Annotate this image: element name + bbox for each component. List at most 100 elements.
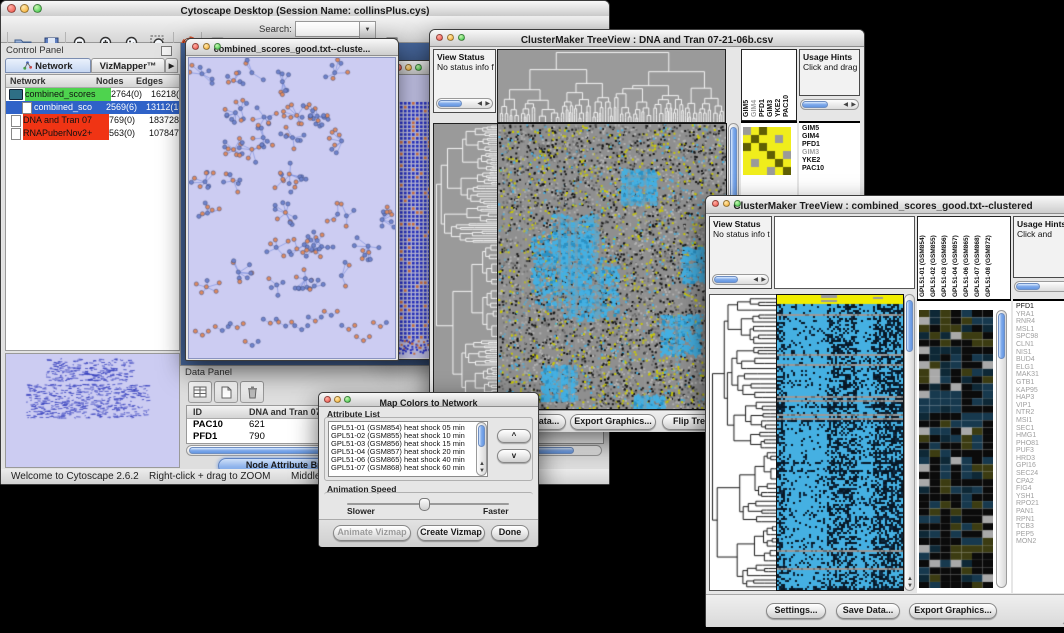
float-panel-icon[interactable] bbox=[161, 46, 172, 56]
tv1-status-hscrollbar[interactable]: ◀▶ bbox=[436, 98, 493, 109]
col-nodes[interactable]: Nodes bbox=[96, 75, 136, 87]
tv2-gene-item[interactable]: YSH1 bbox=[1016, 493, 1064, 501]
tv1-column-label[interactable]: GIM4 bbox=[751, 100, 758, 117]
main-titlebar[interactable]: Cytoscape Desktop (Session Name: collins… bbox=[1, 1, 609, 17]
network-list-row[interactable]: combined_scores 2764(0) 16218(0) bbox=[6, 88, 179, 101]
network-list-row[interactable]: combined_sco 2569(6) 13112(15) bbox=[6, 101, 179, 114]
tv2-gene-item[interactable]: HMG1 bbox=[1016, 432, 1064, 440]
tv2-heatmap-vscrollbar[interactable]: ▲▼ bbox=[904, 294, 915, 591]
tv2-heatmap-canvas[interactable] bbox=[776, 294, 904, 591]
tab-more-button[interactable]: ▶ bbox=[165, 58, 178, 73]
tv1-gene-item[interactable]: PAC10 bbox=[802, 165, 860, 173]
tv2-gene-item[interactable]: MSI1 bbox=[1016, 417, 1064, 425]
tv2-gene-item[interactable]: SPC98 bbox=[1016, 333, 1064, 341]
tv2-status-hscrollbar[interactable]: ◀▶ bbox=[712, 274, 769, 285]
tv1-column-label[interactable]: GIM3 bbox=[767, 100, 774, 117]
tv2-usage-hscrollbar[interactable] bbox=[1014, 281, 1064, 292]
zoom-window-icon[interactable] bbox=[33, 4, 42, 13]
minimize-icon[interactable] bbox=[723, 200, 730, 207]
tv1-footer-button[interactable]: Export Graphics... bbox=[570, 414, 656, 430]
network-view-titlebar[interactable]: combined_scores_good.txt--cluste... bbox=[186, 39, 398, 56]
tv1-column-label[interactable]: PFD1 bbox=[759, 99, 766, 117]
tv1-gene-item[interactable]: GIM4 bbox=[802, 133, 860, 141]
tv2-footer-button[interactable]: Settings... bbox=[766, 603, 826, 619]
tv2-gene-item[interactable]: PFD1 bbox=[1016, 303, 1064, 311]
tv2-gene-item[interactable]: FIG4 bbox=[1016, 485, 1064, 493]
tv1-column-label[interactable]: GIM5 bbox=[743, 100, 750, 117]
attribute-list-vscrollbar[interactable]: ▲▼ bbox=[476, 422, 487, 476]
close-icon[interactable] bbox=[192, 43, 199, 50]
tv2-gene-item[interactable]: CPA2 bbox=[1016, 478, 1064, 486]
move-down-button[interactable]: v bbox=[497, 449, 531, 463]
delete-attribute-trash-icon[interactable] bbox=[240, 381, 264, 403]
search-input[interactable] bbox=[295, 21, 361, 37]
overview-canvas[interactable] bbox=[6, 354, 177, 465]
tv2-gene-item[interactable]: ELG1 bbox=[1016, 364, 1064, 372]
tv2-gene-item[interactable]: YRA1 bbox=[1016, 311, 1064, 319]
done-button[interactable]: Done bbox=[491, 525, 529, 541]
network-list-row[interactable]: DNA and Tran 07 769(0) 183728(0) bbox=[6, 114, 179, 127]
minimize-icon[interactable] bbox=[203, 43, 210, 50]
tv2-gene-item[interactable]: PAN1 bbox=[1016, 508, 1064, 516]
tv2-column-label[interactable]: GPL51-03 (GSM856) bbox=[941, 235, 948, 297]
tv2-column-label[interactable]: GPL51-01 (GSM854) bbox=[919, 235, 926, 297]
close-icon[interactable] bbox=[324, 396, 331, 403]
close-icon[interactable] bbox=[436, 34, 443, 41]
tv1-gene-item[interactable]: YKE2 bbox=[802, 157, 860, 165]
tv1-gene-item[interactable]: PFD1 bbox=[802, 141, 860, 149]
tv2-gene-item[interactable]: GPI16 bbox=[1016, 462, 1064, 470]
tv2-gene-item[interactable]: RPN1 bbox=[1016, 516, 1064, 524]
tv2-gene-item[interactable]: TCB3 bbox=[1016, 523, 1064, 531]
tv1-global-matrix-canvas[interactable] bbox=[743, 127, 791, 175]
tv1-column-label[interactable]: YKE2 bbox=[775, 99, 782, 117]
tv2-column-label[interactable]: GPL51-04 (GSM857) bbox=[952, 235, 959, 297]
network-overview-panel[interactable] bbox=[5, 353, 180, 468]
tv2-gene-item[interactable]: CLN1 bbox=[1016, 341, 1064, 349]
tv2-gene-item[interactable]: MAK31 bbox=[1016, 371, 1064, 379]
close-icon[interactable] bbox=[712, 200, 719, 207]
tv2-gene-item[interactable]: RNR4 bbox=[1016, 318, 1064, 326]
create-vizmap-button[interactable]: Create Vizmap bbox=[417, 525, 485, 541]
tv2-global-vscrollbar[interactable] bbox=[996, 310, 1007, 588]
close-icon[interactable] bbox=[7, 4, 16, 13]
minimize-icon[interactable] bbox=[20, 4, 29, 13]
attribute-listbox[interactable]: GPL51-01 (GSM854) heat shock 05 minGPL51… bbox=[328, 421, 488, 477]
treeview1-titlebar[interactable]: ClusterMaker TreeView : DNA and Tran 07-… bbox=[430, 30, 864, 47]
tv1-row-dendrogram[interactable] bbox=[433, 123, 498, 410]
network-graph-canvas[interactable] bbox=[188, 57, 396, 359]
treeview2-titlebar[interactable]: ClusterMaker TreeView : combined_scores_… bbox=[706, 196, 1064, 214]
tv2-gene-item[interactable]: SEC24 bbox=[1016, 470, 1064, 478]
tv2-gene-item[interactable]: HRD3 bbox=[1016, 455, 1064, 463]
zoom-window-icon[interactable] bbox=[415, 64, 422, 71]
tv1-gene-item[interactable]: GIM3 bbox=[802, 149, 860, 157]
tv1-heatmap-canvas[interactable] bbox=[497, 123, 727, 410]
tv2-gene-item[interactable]: MON2 bbox=[1016, 538, 1064, 546]
col-network[interactable]: Network bbox=[6, 75, 96, 87]
minimize-icon[interactable] bbox=[405, 64, 412, 71]
tv2-column-label[interactable]: GPL51-02 (GSM855) bbox=[930, 235, 937, 297]
data-col-id[interactable]: ID bbox=[187, 406, 249, 418]
tv2-gene-item[interactable]: RPO21 bbox=[1016, 500, 1064, 508]
slider-thumb[interactable] bbox=[419, 498, 430, 511]
new-attribute-icon[interactable] bbox=[214, 381, 238, 403]
minimize-icon[interactable] bbox=[334, 396, 341, 403]
tv1-gene-item[interactable]: GIM5 bbox=[802, 125, 860, 133]
tv2-footer-button[interactable]: Save Data... bbox=[836, 603, 900, 619]
tv2-gene-item[interactable]: PUF3 bbox=[1016, 447, 1064, 455]
tv2-gene-item[interactable]: GTB1 bbox=[1016, 379, 1064, 387]
tv2-gene-item[interactable]: VIP1 bbox=[1016, 402, 1064, 410]
tv2-gene-item[interactable]: SEC1 bbox=[1016, 425, 1064, 433]
table-mode-icon[interactable] bbox=[188, 381, 212, 403]
tab-vizmapper[interactable]: VizMapper™ bbox=[91, 58, 165, 73]
tv2-gene-item[interactable]: PHO81 bbox=[1016, 440, 1064, 448]
tv2-footer-button[interactable]: Export Graphics... bbox=[909, 603, 997, 619]
col-edges[interactable]: Edges bbox=[136, 75, 179, 87]
tv2-gene-item[interactable]: KAP95 bbox=[1016, 387, 1064, 395]
tv2-gene-item[interactable]: HAP3 bbox=[1016, 394, 1064, 402]
tv2-row-dendrogram[interactable] bbox=[709, 294, 777, 591]
tv1-column-label[interactable]: PAC10 bbox=[783, 95, 790, 117]
tv2-gene-item[interactable]: NTR2 bbox=[1016, 409, 1064, 417]
minimize-icon[interactable] bbox=[447, 34, 454, 41]
tv2-gene-item[interactable]: NIS1 bbox=[1016, 349, 1064, 357]
zoom-window-icon[interactable] bbox=[458, 34, 465, 41]
